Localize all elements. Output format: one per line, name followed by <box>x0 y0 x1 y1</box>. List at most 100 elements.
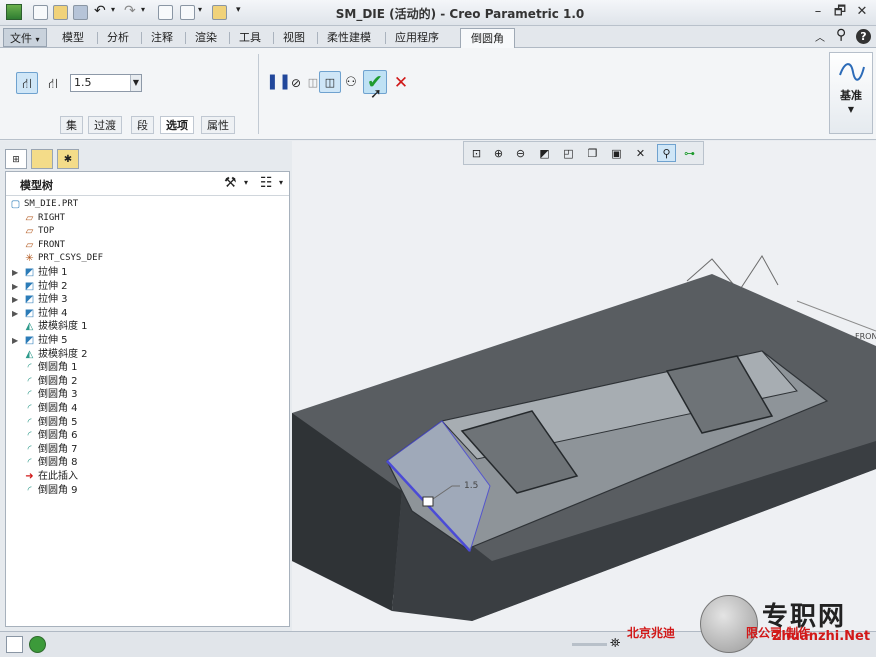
tree-item[interactable]: ◜ 倒圆角 3 <box>6 388 289 402</box>
graphics-window[interactable]: 1.5 FRON <box>292 141 876 631</box>
tree-item[interactable]: ▱ RIGHT <box>6 212 289 226</box>
tree-item[interactable]: ▶ ◩ 拉伸 1 <box>6 266 289 280</box>
favorites-tab-icon[interactable]: ✱ <box>57 149 79 169</box>
tree-item[interactable]: ◜ 倒圆角 5 <box>6 416 289 430</box>
folder-browser-tab-icon[interactable] <box>31 149 53 169</box>
tree-item[interactable]: ▶ ◩ 拉伸 2 <box>6 280 289 294</box>
extrude-icon: ◩ <box>24 307 35 319</box>
expand-arrow-icon[interactable]: ▶ <box>12 293 18 307</box>
expand-arrow-icon[interactable]: ▶ <box>12 334 18 348</box>
spin-center-icon[interactable]: ⚲ <box>657 144 676 162</box>
restore-button[interactable]: 🗗 <box>830 3 850 21</box>
expand-arrow-icon[interactable]: ▶ <box>12 266 18 280</box>
saved-views-icon[interactable]: ❐ <box>583 144 602 162</box>
tree-item[interactable]: ▶ ◩ 拉伸 3 <box>6 293 289 307</box>
open-folder-icon[interactable] <box>53 5 68 20</box>
help-icon[interactable]: ? <box>856 29 871 44</box>
tree-item-label: 倒圆角 3 <box>38 389 78 401</box>
tab-render[interactable]: 渲染 <box>189 28 223 47</box>
detached-preview-icon[interactable]: ◫ <box>319 71 341 93</box>
app-icon[interactable] <box>6 4 22 20</box>
variable-round-icon[interactable]: ⛙ <box>42 72 64 94</box>
tree-item[interactable]: ◜ 倒圆角 7 <box>6 443 289 457</box>
tree-columns-icon[interactable]: ☷ <box>260 175 273 191</box>
tree-item[interactable]: ▢ SM_DIE.PRT <box>6 198 289 212</box>
tree-item[interactable]: ◜ 倒圆角 6 <box>6 429 289 443</box>
tree-item[interactable]: ◜ 倒圆角 2 <box>6 375 289 389</box>
view-manager-icon[interactable]: ▣ <box>607 144 626 162</box>
tree-item[interactable]: ▱ TOP <box>6 225 289 239</box>
expand-arrow-icon[interactable]: ▶ <box>12 280 18 294</box>
tree-item[interactable]: ◜ 倒圆角 1 <box>6 361 289 375</box>
tree-item[interactable]: ▱ FRONT <box>6 239 289 253</box>
dimension-label[interactable]: 1.5 <box>464 481 478 491</box>
tree-item[interactable]: ◭ 拔模斜度 2 <box>6 348 289 362</box>
tree-item-label: 拉伸 3 <box>38 294 68 306</box>
datum-display-icon[interactable]: ✕ <box>631 144 650 162</box>
model-tree-list: ▢ SM_DIE.PRT ▱ RIGHT ▱ TOP ▱ FRONT ✳ PRT_CSYS_DEF… <box>6 198 289 618</box>
find-icon[interactable]: ⛯ <box>610 636 620 651</box>
chevron-down-icon[interactable]: ▾ <box>244 178 248 187</box>
tree-item[interactable]: ➜ 在此插入 <box>6 470 289 484</box>
chevron-down-icon[interactable]: ▾ <box>279 178 283 187</box>
search-icon[interactable]: ⚲ <box>836 27 846 43</box>
undo-dropdown-icon[interactable]: ▾ <box>111 5 115 14</box>
tree-item[interactable]: ▶ ◩ 拉伸 4 <box>6 307 289 321</box>
subtab-transitions[interactable]: 过渡 <box>88 116 122 134</box>
csys-icon: ✳ <box>25 253 34 265</box>
redo-dropdown-icon[interactable]: ▾ <box>141 5 145 14</box>
tab-annotate[interactable]: 注释 <box>145 28 179 47</box>
constant-round-icon[interactable]: ⛙ <box>16 72 38 94</box>
tab-model[interactable]: 模型 <box>56 28 90 47</box>
tree-item[interactable]: ◭ 拔模斜度 1 <box>6 320 289 334</box>
radius-dropdown-icon[interactable]: ▼ <box>130 75 141 91</box>
close-button[interactable]: ✕ <box>852 3 872 21</box>
annotation-display-icon[interactable]: ⊶ <box>680 144 699 162</box>
model-tree-tab-icon[interactable]: ⊞ <box>5 149 27 169</box>
minimize-button[interactable]: – <box>808 3 828 21</box>
tree-item[interactable]: ▶ ◩ 拉伸 5 <box>6 334 289 348</box>
ribbon-collapse-icon[interactable]: ︿ <box>815 29 825 44</box>
subtab-properties[interactable]: 属性 <box>201 116 235 134</box>
tree-item-label: 拔模斜度 2 <box>38 348 88 360</box>
display-style-icon[interactable]: ◰ <box>559 144 578 162</box>
datum-group-button[interactable]: 基准 ▼ <box>829 52 873 134</box>
tree-item-label: SM_DIE.PRT <box>24 199 79 209</box>
redo-icon[interactable]: ↷ <box>124 3 136 19</box>
tab-round[interactable]: 倒圆角 <box>460 28 515 49</box>
save-icon[interactable] <box>73 5 88 20</box>
windows-dropdown-icon[interactable]: ▾ <box>198 5 202 14</box>
expand-arrow-icon[interactable]: ▶ <box>12 307 18 321</box>
zoom-in-icon[interactable]: ⊕ <box>489 144 508 162</box>
new-file-icon[interactable] <box>33 5 48 20</box>
tab-view[interactable]: 视图 <box>277 28 311 47</box>
close-window-icon[interactable] <box>212 5 227 20</box>
subtab-sets[interactable]: 集 <box>60 116 83 134</box>
tree-settings-icon[interactable]: ⚒ <box>224 175 237 191</box>
verify-mode-icon[interactable]: ⚇ <box>340 71 362 93</box>
show-browser-icon[interactable] <box>29 636 46 653</box>
tab-tools[interactable]: 工具 <box>233 28 267 47</box>
file-menu-button[interactable]: 文件 ▾ <box>3 28 47 47</box>
refit-icon[interactable]: ⊡ <box>467 144 486 162</box>
selection-slider[interactable] <box>572 643 607 646</box>
tree-item[interactable]: ◜ 倒圆角 8 <box>6 456 289 470</box>
tab-applications[interactable]: 应用程序 <box>389 28 445 47</box>
cancel-x-icon[interactable]: ✕ <box>390 71 412 93</box>
tree-item-label: FRONT <box>38 239 66 250</box>
tree-item[interactable]: ◜ 倒圆角 9 <box>6 484 289 498</box>
undo-icon[interactable]: ↶ <box>94 3 106 19</box>
subtab-pieces[interactable]: 段 <box>131 116 154 134</box>
tree-item[interactable]: ◜ 倒圆角 4 <box>6 402 289 416</box>
repaint-icon[interactable]: ◩ <box>535 144 554 162</box>
windows-icon[interactable] <box>180 5 195 20</box>
show-navigator-icon[interactable] <box>6 636 23 653</box>
zoom-out-icon[interactable]: ⊖ <box>511 144 530 162</box>
regenerate-icon[interactable] <box>158 5 173 20</box>
navigator-panel: ⊞ ✱ 模型树 ⚒ ▾ ☷ ▾ ▢ SM_DIE.PRT ▱ RIGHT ▱ TOP ▱ FR… <box>0 141 292 631</box>
tab-analysis[interactable]: 分析 <box>101 28 135 47</box>
subtab-options[interactable]: 选项 <box>160 116 194 134</box>
tab-flexible-modeling[interactable]: 柔性建模 <box>321 28 377 47</box>
customize-toolbar-icon[interactable]: ▾ <box>236 5 241 15</box>
tree-item[interactable]: ✳ PRT_CSYS_DEF <box>6 252 289 266</box>
